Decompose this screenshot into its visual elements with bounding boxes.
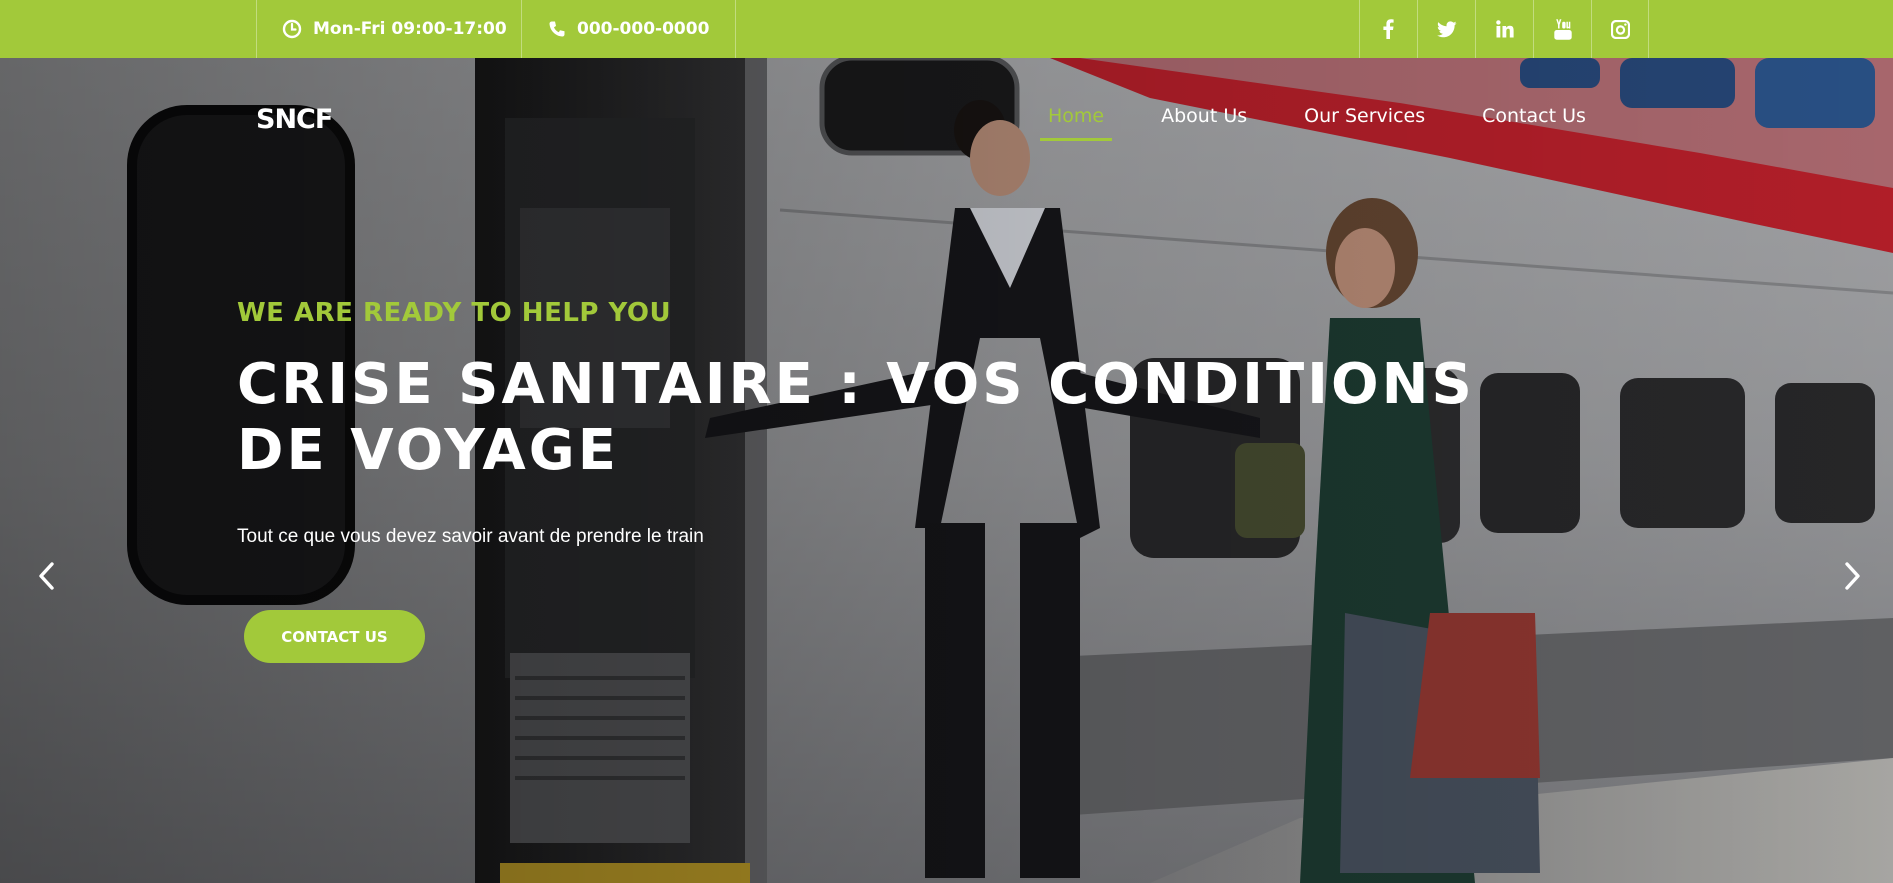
phone-icon bbox=[549, 21, 565, 37]
instagram-icon bbox=[1610, 19, 1630, 39]
nav-about-us[interactable]: About Us bbox=[1153, 101, 1255, 141]
youtube-link[interactable] bbox=[1533, 0, 1591, 58]
youtube-icon bbox=[1553, 18, 1572, 40]
chevron-left-icon bbox=[39, 562, 54, 590]
site-logo[interactable]: SNCF bbox=[256, 104, 333, 135]
phone-number[interactable]: 000-000-0000 bbox=[521, 0, 736, 58]
facebook-icon bbox=[1383, 19, 1394, 39]
facebook-link[interactable] bbox=[1359, 0, 1417, 58]
hero-title: CRISE SANITAIRE : VOS CONDITIONS DE VOYA… bbox=[237, 352, 1475, 483]
top-bar: Mon-Fri 09:00-17:00 000-000-0000 bbox=[0, 0, 1893, 58]
chevron-right-icon bbox=[1845, 562, 1860, 590]
clock-icon bbox=[282, 19, 302, 39]
slider-next-button[interactable] bbox=[1835, 558, 1871, 594]
main-nav: Home About Us Our Services Contact Us bbox=[1040, 101, 1594, 141]
phone-number-text: 000-000-0000 bbox=[577, 19, 710, 39]
business-hours: Mon-Fri 09:00-17:00 bbox=[256, 0, 521, 58]
slider-prev-button[interactable] bbox=[28, 558, 64, 594]
hero-eyebrow: WE ARE READY TO HELP YOU bbox=[237, 298, 672, 328]
instagram-link[interactable] bbox=[1591, 0, 1649, 58]
nav-our-services[interactable]: Our Services bbox=[1296, 101, 1433, 141]
twitter-link[interactable] bbox=[1417, 0, 1475, 58]
nav-home[interactable]: Home bbox=[1040, 101, 1113, 141]
nav-contact-us[interactable]: Contact Us bbox=[1474, 101, 1594, 141]
hero-subtitle: Tout ce que vous devez savoir avant de p… bbox=[237, 526, 704, 547]
social-links bbox=[1359, 0, 1649, 58]
business-hours-text: Mon-Fri 09:00-17:00 bbox=[313, 19, 507, 39]
contact-us-button[interactable]: CONTACT US bbox=[244, 610, 425, 663]
twitter-icon bbox=[1436, 20, 1457, 37]
linkedin-link[interactable] bbox=[1475, 0, 1533, 58]
linkedin-icon bbox=[1495, 20, 1514, 38]
